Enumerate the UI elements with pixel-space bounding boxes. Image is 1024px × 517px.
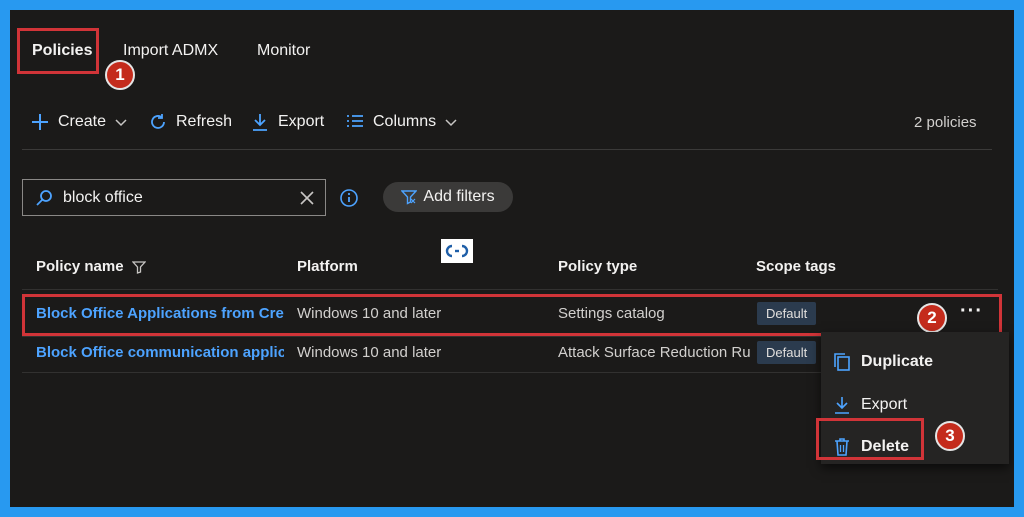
tab-import-admx[interactable]: Import ADMX	[123, 42, 218, 60]
add-filters-button[interactable]: Add filters	[383, 182, 513, 212]
header-divider	[22, 289, 998, 290]
policy-name-link[interactable]: Block Office communication applica	[36, 344, 284, 361]
filter-icon[interactable]	[131, 260, 146, 274]
intune-policies-panel: Policies Import ADMX Monitor 1 Create Re…	[10, 10, 1014, 507]
col-header-policy-name[interactable]: Policy name	[36, 258, 146, 275]
plus-icon	[32, 114, 48, 130]
highlight-policies-tab	[17, 28, 99, 74]
step-badge-3: 3	[935, 421, 965, 451]
columns-label: Columns	[373, 113, 437, 130]
menu-item-duplicate[interactable]: Duplicate	[821, 342, 1009, 382]
download-icon	[835, 397, 849, 414]
policy-type-cell: Attack Surface Reduction Ru	[558, 344, 750, 361]
create-label: Create	[58, 113, 107, 130]
clear-icon[interactable]	[299, 190, 315, 206]
chevron-down-icon	[115, 119, 127, 127]
col-header-scope-tags[interactable]: Scope tags	[756, 258, 836, 275]
col-header-policy-type[interactable]: Policy type	[558, 258, 637, 275]
row-divider	[22, 372, 822, 373]
create-button[interactable]: Create	[30, 110, 128, 134]
copy-icon	[834, 353, 850, 371]
chevron-down-icon	[445, 119, 457, 127]
columns-icon	[347, 115, 363, 127]
tab-monitor[interactable]: Monitor	[257, 42, 310, 60]
col-header-policy-name-label: Policy name	[36, 258, 124, 275]
toolbar-divider	[22, 149, 992, 150]
refresh-label: Refresh	[176, 113, 233, 130]
menu-item-duplicate-label: Duplicate	[861, 353, 934, 370]
highlight-selected-row	[22, 294, 1002, 336]
menu-item-export-label: Export	[861, 396, 908, 413]
scope-tag-badge: Default	[757, 341, 817, 364]
step-badge-1: 1	[105, 60, 135, 90]
export-button[interactable]: Export	[250, 110, 324, 134]
search-icon	[36, 189, 52, 206]
download-icon	[253, 114, 267, 131]
search-input[interactable]	[63, 188, 283, 207]
refresh-icon	[151, 114, 165, 129]
columns-button[interactable]: Columns	[345, 110, 458, 134]
info-icon[interactable]	[339, 188, 359, 208]
refresh-button[interactable]: Refresh	[148, 110, 232, 134]
highlight-delete-item	[816, 418, 924, 460]
policy-count: 2 policies	[914, 114, 977, 131]
logo-icon	[445, 244, 469, 258]
platform-cell: Windows 10 and later	[297, 344, 442, 361]
add-filters-label: Add filters	[423, 188, 495, 205]
col-header-platform[interactable]: Platform	[297, 258, 358, 275]
filter-icon	[401, 190, 418, 205]
step-badge-2: 2	[917, 303, 947, 333]
search-box[interactable]	[22, 179, 326, 216]
export-label: Export	[278, 113, 325, 130]
site-logo	[441, 239, 473, 263]
